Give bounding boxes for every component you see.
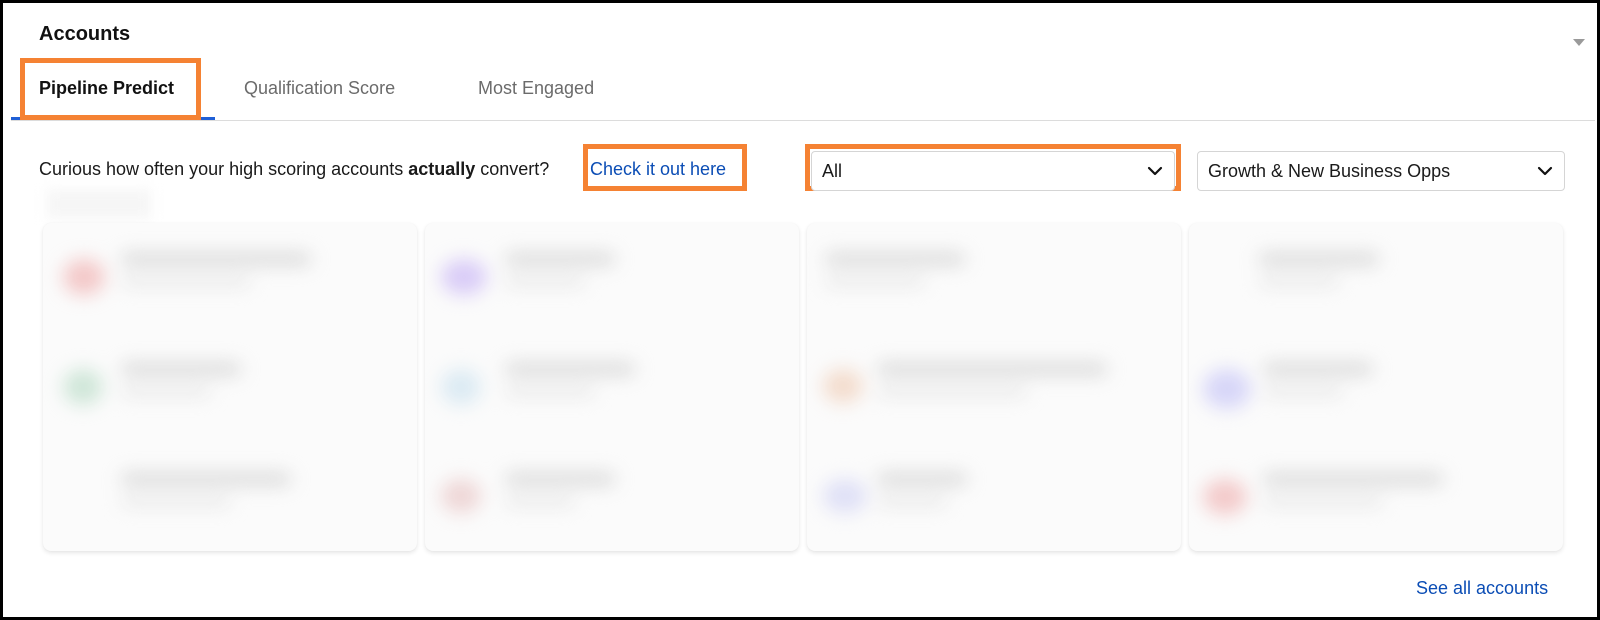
- blurred-account-row: [807, 443, 1181, 543]
- intro-text-start: Curious how often your high scoring acco…: [39, 159, 409, 179]
- chevron-down-icon: [1147, 166, 1163, 176]
- blurred-account-row: [807, 333, 1181, 433]
- filter-select-value: Growth & New Business Opps: [1208, 160, 1451, 181]
- blurred-placeholder: [47, 189, 151, 219]
- filter-select-value: All: [822, 160, 843, 181]
- blurred-account-row: [1189, 223, 1563, 323]
- filter-select-opportunity[interactable]: Growth & New Business Opps: [1197, 151, 1565, 191]
- tabs-divider: [11, 120, 1595, 121]
- tab-qualification-score[interactable]: Qualification Score: [244, 58, 395, 118]
- account-card-blurred: [807, 223, 1181, 551]
- account-cards-grid: [43, 223, 1563, 553]
- blurred-account-row: [425, 223, 799, 323]
- tab-most-engaged[interactable]: Most Engaged: [478, 58, 594, 118]
- account-card-blurred: [425, 223, 799, 551]
- accounts-panel: Accounts Pipeline Predict Qualification …: [0, 0, 1600, 620]
- blurred-account-row: [1189, 333, 1563, 433]
- tab-pipeline-predict[interactable]: Pipeline Predict: [39, 58, 174, 118]
- see-all-accounts-link[interactable]: See all accounts: [1416, 578, 1548, 599]
- blurred-account-row: [1189, 443, 1563, 543]
- check-it-out-link[interactable]: Check it out here: [590, 159, 726, 180]
- blurred-account-row: [807, 223, 1181, 323]
- blurred-account-row: [43, 443, 417, 543]
- panel-title: Accounts: [39, 23, 131, 45]
- blurred-account-row: [425, 443, 799, 543]
- tab-bar: Pipeline Predict Qualification Score Mos…: [3, 58, 1593, 120]
- account-card-blurred: [43, 223, 417, 551]
- filter-select-all[interactable]: All: [811, 151, 1175, 191]
- intro-text-emphasis: actually: [408, 159, 476, 179]
- blurred-account-row: [43, 223, 417, 323]
- collapse-caret-icon[interactable]: [1573, 39, 1585, 46]
- intro-text: Curious how often your high scoring acco…: [39, 159, 549, 180]
- blurred-account-row: [425, 333, 799, 433]
- blurred-account-row: [43, 333, 417, 433]
- account-card-blurred: [1189, 223, 1563, 551]
- intro-text-end: convert?: [475, 159, 550, 179]
- chevron-down-icon: [1537, 166, 1553, 176]
